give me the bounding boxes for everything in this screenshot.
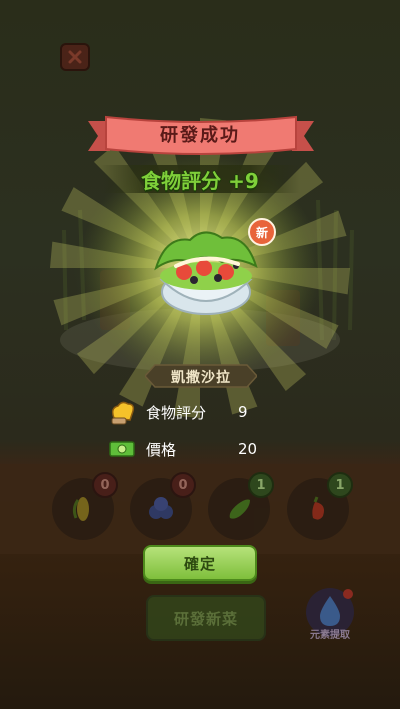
- chili-pepper-icon: [312, 496, 324, 520]
- stat-label-score: 食物評分: [146, 403, 207, 422]
- cucumber-icon: [229, 499, 250, 519]
- stat-value-price: 20: [238, 440, 258, 458]
- banknote-icon: [109, 441, 135, 457]
- new-dish-badge: 新: [248, 218, 276, 246]
- popup-title: 研發成功: [160, 125, 240, 146]
- dish-name: 凱撒沙拉: [171, 370, 231, 386]
- stat-value-score: 9: [238, 403, 248, 421]
- ingredient-slot-corn: 0: [52, 472, 118, 540]
- ingredient-count-badge: 1: [248, 472, 274, 498]
- ingredient-count-badge: 1: [327, 472, 353, 498]
- blueberry-icon: [149, 497, 173, 519]
- score-gain-text: 食物評分 +9: [141, 169, 259, 193]
- stat-row-price: 價格 20: [108, 435, 308, 463]
- stat-label-price: 價格: [146, 440, 177, 459]
- ingredient-slot-cucumber: 1: [208, 472, 274, 540]
- ingredient-count-badge: 0: [92, 472, 118, 498]
- develop-new-dish-button[interactable]: 研發新菜: [146, 595, 266, 641]
- game-scene: 研發成功 食物評分 +9 新 凱撒沙拉 食物評分 9 價格 20 0 0 1 1…: [0, 0, 400, 709]
- chef-hat-icon: [111, 401, 135, 425]
- stat-row-score: 食物評分 9: [108, 398, 308, 426]
- ingredient-count-badge: 0: [170, 472, 196, 498]
- corn-icon: [72, 497, 89, 521]
- element-extract-label: 元素提取: [310, 630, 350, 641]
- ingredient-slot-chili: 1: [287, 472, 353, 540]
- ingredient-slot-blueberry: 0: [130, 472, 196, 540]
- confirm-button[interactable]: 確定: [143, 545, 257, 581]
